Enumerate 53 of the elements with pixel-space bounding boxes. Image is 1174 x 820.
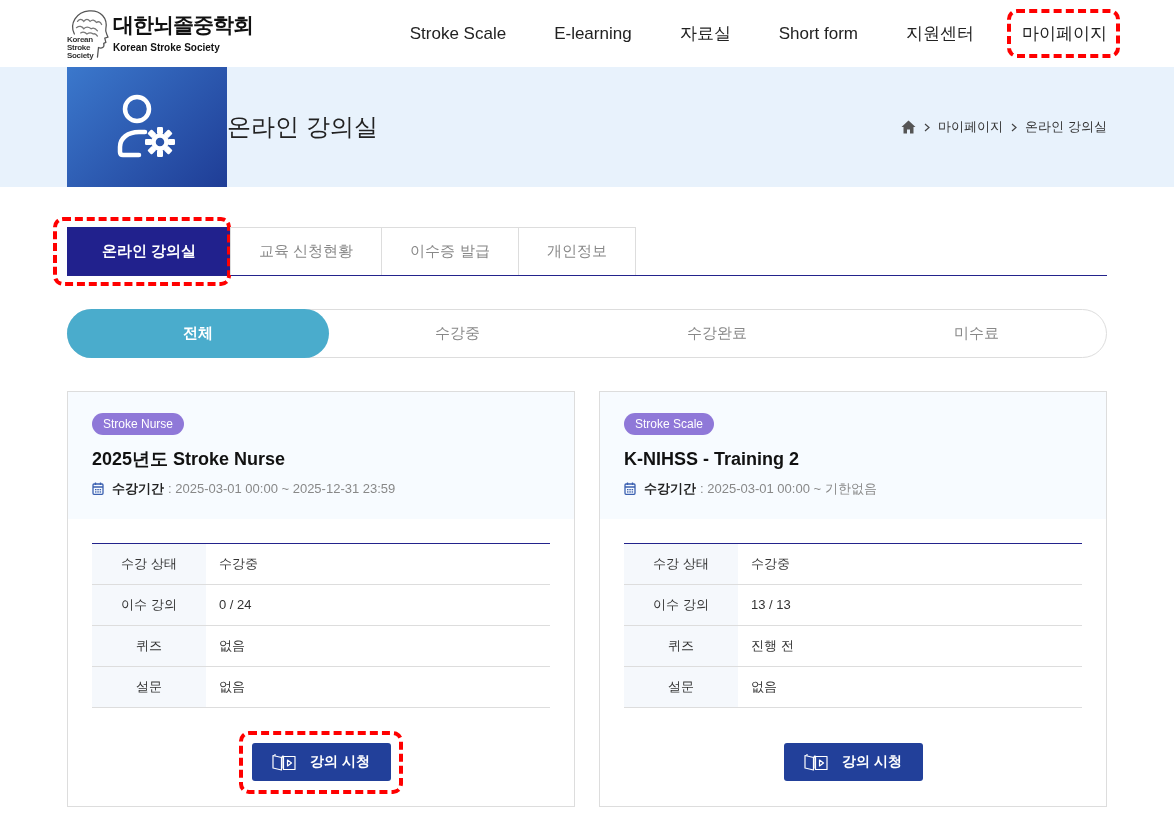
chevron-right-icon xyxy=(924,122,931,132)
row-label: 수강 상태 xyxy=(624,543,738,584)
calendar-icon xyxy=(624,482,636,496)
book-play-icon xyxy=(272,752,297,771)
row-value: 0 / 24 xyxy=(206,584,550,625)
course-title: 2025년도 Stroke Nurse xyxy=(92,448,287,471)
row-label: 이수 강의 xyxy=(92,584,206,625)
course-tag: Stroke Scale xyxy=(624,413,715,435)
emblem-text: Society xyxy=(67,51,94,60)
page-title: 온라인 강의실 xyxy=(227,112,378,142)
row-value: 수강중 xyxy=(738,543,1082,584)
course-title: K-NIHSS - Training 2 xyxy=(624,448,801,471)
row-label: 퀴즈 xyxy=(92,625,206,666)
tab[interactable]: 온라인 강의실 xyxy=(67,227,232,275)
logo-subtitle: Korean Stroke Society xyxy=(113,43,221,53)
course-tag: Stroke Nurse xyxy=(92,413,185,435)
row-value: 없음 xyxy=(738,666,1082,707)
row-label: 이수 강의 xyxy=(624,584,738,625)
row-label: 퀴즈 xyxy=(624,625,738,666)
row-label: 설문 xyxy=(92,666,206,707)
row-value: 없음 xyxy=(206,625,550,666)
nav-link[interactable]: 마이페이지 xyxy=(1022,20,1107,47)
logo-title: 대한뇌졸중학회 xyxy=(113,14,253,35)
row-label: 수강 상태 xyxy=(92,543,206,584)
nav-link[interactable]: Stroke Scale xyxy=(409,20,507,47)
row-label: 설문 xyxy=(624,666,738,707)
period-label: 수강기간 xyxy=(644,480,696,498)
emblem-text: Korean xyxy=(67,35,94,44)
breadcrumb-link[interactable]: 마이페이지 xyxy=(938,117,1004,137)
period-text: : 2025-03-01 00:00 ~ 2025-12-31 23:59 xyxy=(168,480,396,498)
home-icon[interactable] xyxy=(901,120,917,134)
calendar-icon xyxy=(92,482,104,496)
row-value: 없음 xyxy=(206,666,550,707)
chevron-right-icon xyxy=(1011,122,1018,132)
nav-link[interactable]: E-learning xyxy=(554,20,632,47)
tab[interactable]: 교육 신청현황 xyxy=(230,227,383,275)
book-play-icon xyxy=(804,752,829,771)
tab[interactable]: 개인정보 xyxy=(517,227,636,275)
row-value: 13 / 13 xyxy=(738,584,1082,625)
nav-link[interactable]: 자료실 xyxy=(679,20,731,47)
nav-link[interactable]: Short form xyxy=(778,20,858,47)
filter-tab[interactable]: 수강중 xyxy=(326,309,588,358)
row-value: 수강중 xyxy=(206,543,550,584)
nav-link[interactable]: 지원센터 xyxy=(906,20,974,47)
row-value: 진행 전 xyxy=(738,625,1082,666)
watch-lecture-button[interactable]: 강의 시청 xyxy=(251,742,391,781)
filter-tab[interactable]: 수강완료 xyxy=(586,309,848,358)
emblem-text: Stroke xyxy=(67,43,92,52)
breadcrumb-link[interactable]: 온라인 강의실 xyxy=(1025,117,1107,137)
watch-lecture-button[interactable]: 강의 시청 xyxy=(783,742,923,781)
period-text: : 2025-03-01 00:00 ~ 기한없음 xyxy=(700,480,877,498)
filter-tab[interactable]: 미수료 xyxy=(845,309,1107,358)
period-label: 수강기간 xyxy=(112,480,164,498)
